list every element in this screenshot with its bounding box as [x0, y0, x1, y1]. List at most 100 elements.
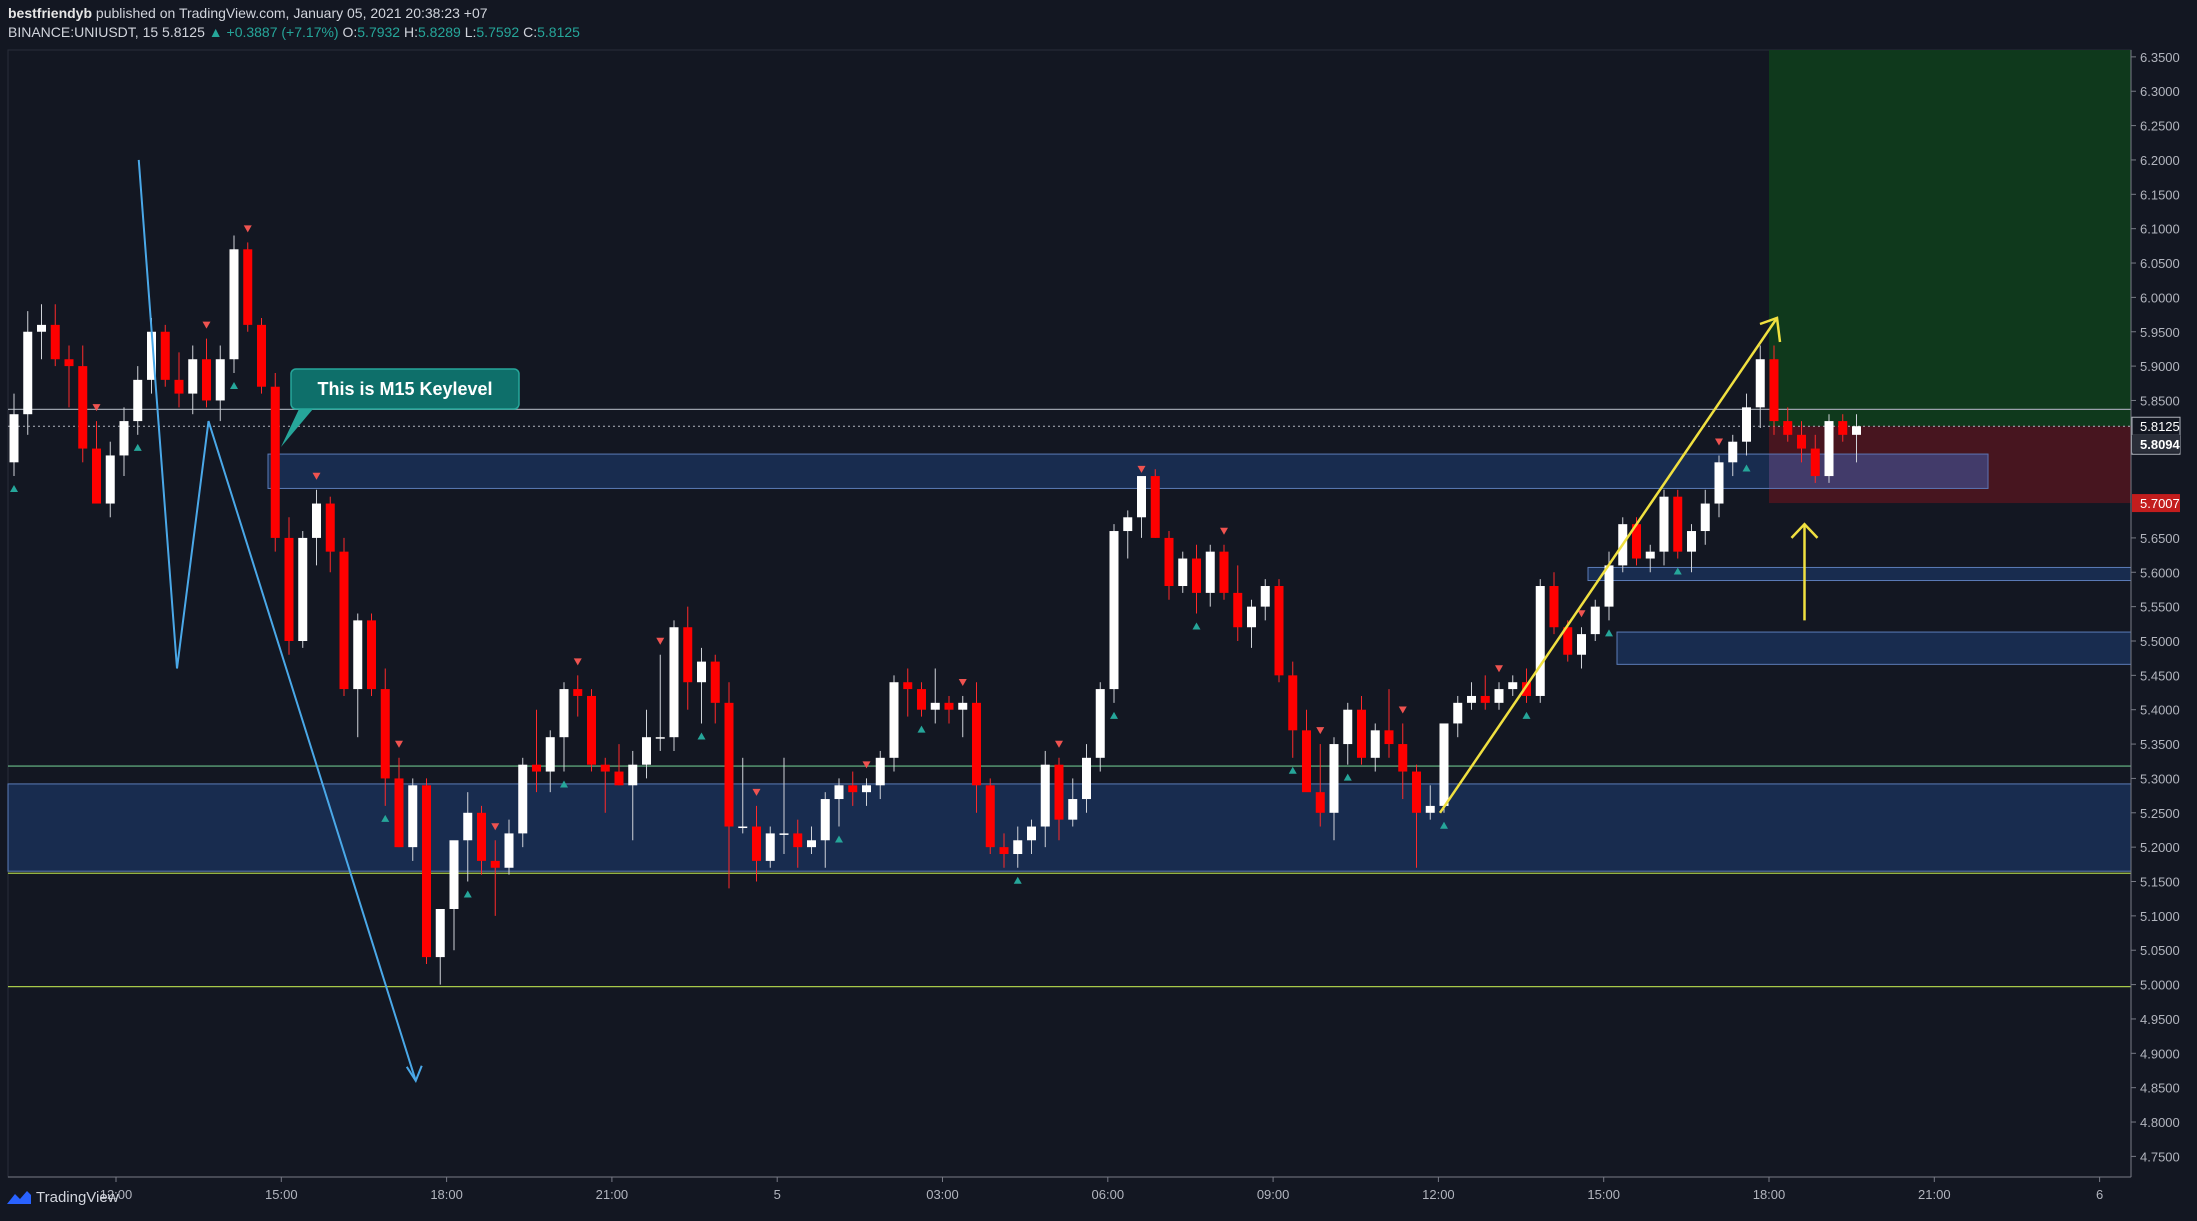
price-tick-label: 5.9000 — [2140, 359, 2180, 374]
sell-signal-marker — [1495, 665, 1503, 673]
price-tick-label: 5.3500 — [2140, 737, 2180, 752]
candle-up — [1508, 682, 1518, 690]
candle-up — [188, 359, 198, 394]
time-tick-label: 15:00 — [1587, 1187, 1620, 1202]
candle-down — [1783, 421, 1793, 435]
candle-up — [1205, 551, 1215, 593]
time-tick-label: 18:00 — [430, 1187, 463, 1202]
candle-up — [807, 840, 816, 848]
buy-signal-marker — [463, 890, 472, 898]
price-tick-label: 6.1000 — [2140, 222, 2180, 237]
price-tick-label: 5.9500 — [2140, 325, 2180, 340]
price-tick-label: 6.3500 — [2140, 50, 2180, 65]
price-tick-label: 6.1500 — [2140, 187, 2180, 202]
candle-down — [600, 764, 610, 772]
buy-signal-marker — [1343, 773, 1352, 781]
candle-down — [848, 785, 858, 793]
candle-up — [105, 455, 115, 504]
candle-up — [930, 702, 940, 710]
candle-up — [1852, 426, 1861, 435]
candle-down — [710, 661, 720, 703]
candle-up — [504, 833, 514, 868]
price-label-text: 5.8094 — [2140, 437, 2181, 452]
tradingview-footer[interactable]: TradingView — [6, 1188, 119, 1206]
candle-down — [1192, 558, 1201, 593]
candle-down — [477, 812, 486, 861]
candle-up — [1590, 606, 1600, 635]
sell-signal-marker — [243, 225, 252, 233]
price-label-text: 5.8125 — [2140, 419, 2180, 434]
candle-up — [1494, 689, 1504, 703]
annotation-text: This is M15 Keylevel — [317, 379, 492, 399]
candle-down — [999, 847, 1009, 855]
candle-up — [1425, 805, 1435, 813]
candle-down — [1810, 448, 1820, 477]
brand-label: TradingView — [36, 1188, 119, 1206]
candle-up — [1027, 826, 1036, 841]
candle-down — [243, 249, 253, 325]
time-tick-label: 03:00 — [926, 1187, 959, 1202]
candle-down — [944, 702, 954, 710]
candle-up — [435, 908, 445, 958]
buy-signal-marker — [1192, 622, 1201, 630]
candle-down — [1838, 421, 1848, 435]
candle-up — [1040, 764, 1050, 827]
candle-down — [64, 359, 74, 367]
time-tick-label: 18:00 — [1753, 1187, 1786, 1202]
sell-signal-marker — [92, 404, 101, 412]
candle-up — [834, 785, 844, 800]
candle-up — [958, 702, 968, 710]
buy-signal-marker — [1288, 766, 1297, 774]
price-tick-label: 6.0500 — [2140, 256, 2180, 271]
price-tick-label: 4.7500 — [2140, 1149, 2180, 1164]
candle-down — [1549, 586, 1559, 628]
sell-signal-marker — [1316, 727, 1325, 735]
candle-up — [229, 249, 239, 360]
candle-up — [1659, 496, 1669, 552]
candle-up — [1247, 606, 1256, 628]
candle-down — [367, 620, 376, 690]
price-tick-label: 5.6500 — [2140, 531, 2180, 546]
candle-up — [669, 627, 679, 738]
candle-up — [1714, 462, 1724, 504]
price-tick-label: 5.2000 — [2140, 840, 2180, 855]
candle-up — [215, 359, 225, 401]
candle-down — [972, 702, 981, 786]
candle-down — [724, 702, 734, 827]
price-chart[interactable]: This is M15 Keylevel 6.3500 6.3000 6.2500 6.… — [0, 0, 2197, 1221]
time-tick-label: 21:00 — [596, 1187, 629, 1202]
candle-up — [655, 737, 665, 739]
candle-up — [559, 689, 569, 738]
price-tick-label: 4.8000 — [2140, 1115, 2180, 1130]
candle-down — [985, 785, 995, 848]
candle-up — [1123, 517, 1133, 532]
buy-signal-marker — [1522, 711, 1531, 719]
candle-up — [37, 324, 46, 332]
candle-down — [587, 695, 596, 765]
candle-up — [1700, 503, 1710, 532]
candle-up — [1535, 586, 1545, 696]
sell-signal-marker — [656, 637, 665, 645]
price-tick-label: 6.2500 — [2140, 119, 2180, 134]
candle-up — [1824, 421, 1834, 477]
candle-down — [1480, 695, 1490, 703]
sell-signal-marker — [958, 678, 967, 686]
candle-up — [463, 812, 473, 841]
buy-signal-marker — [1605, 629, 1613, 637]
candle-up — [738, 826, 748, 829]
candle-up — [820, 799, 830, 841]
candle-up — [765, 833, 775, 861]
candle-up — [1068, 799, 1078, 820]
candle-up — [1137, 476, 1146, 518]
candle-down — [1274, 586, 1284, 676]
candle-down — [1302, 730, 1311, 793]
candle-up — [1755, 359, 1765, 408]
candle-up — [1439, 723, 1449, 806]
buy-signal-marker — [10, 485, 18, 493]
candle-up — [1095, 689, 1105, 758]
sell-signal-marker — [395, 740, 403, 748]
candle-down — [793, 833, 803, 848]
candle-up — [298, 537, 308, 641]
sell-signal-marker — [1055, 740, 1063, 748]
time-tick-label: 6 — [2096, 1187, 2103, 1202]
